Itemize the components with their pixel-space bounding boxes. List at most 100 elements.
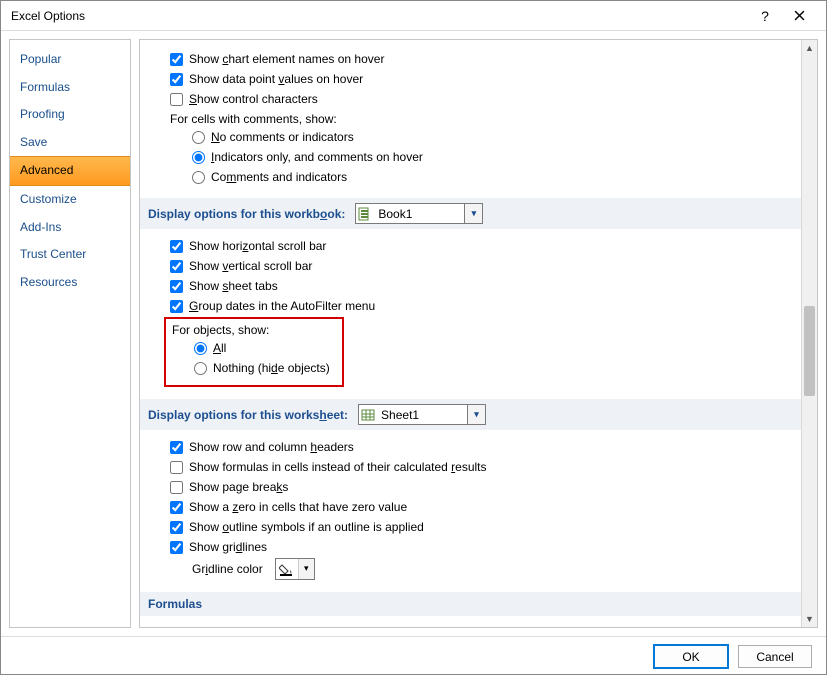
scroll-up-icon[interactable]: ▲ [802, 40, 817, 56]
bucket-icon [276, 562, 298, 576]
section-workbook-display-title: Display options for this workbook: [148, 207, 345, 221]
check-hscroll-input[interactable] [170, 240, 183, 253]
radio-indicators-only[interactable]: Indicators only, and comments on hover [192, 148, 789, 166]
sidebar-item-trustcenter[interactable]: Trust Center [10, 241, 130, 269]
section-formulas-title: Formulas [148, 597, 202, 611]
radio-comments-indicators[interactable]: Comments and indicators [192, 168, 789, 186]
radio-objects-nothing[interactable]: Nothing (hide objects) [194, 359, 336, 377]
workbook-dropdown-text: Book1 [374, 207, 464, 221]
check-control-chars[interactable]: Show control characters [170, 90, 789, 108]
check-vscroll-input[interactable] [170, 260, 183, 273]
check-data-point-values[interactable]: Show data point values on hover [170, 70, 789, 88]
check-hscroll-label: Show horizontal scroll bar [189, 237, 326, 255]
radio-objects-nothing-input[interactable] [194, 362, 207, 375]
worksheet-dropdown[interactable]: Sheet1 ▾ [358, 404, 486, 425]
check-vscroll-label: Show vertical scroll bar [189, 257, 312, 275]
check-page-breaks-label: Show page breaks [189, 478, 288, 496]
titlebar: Excel Options ? [1, 1, 826, 31]
check-group-dates-label: Group dates in the AutoFilter menu [189, 297, 375, 315]
check-row-col-headers-label: Show row and column headers [189, 438, 354, 456]
chevron-down-icon: ▾ [298, 559, 314, 579]
check-sheet-tabs-label: Show sheet tabs [189, 277, 278, 295]
sidebar-item-resources[interactable]: Resources [10, 269, 130, 297]
excel-sheet-icon [359, 408, 377, 422]
highlighted-objects-section: For objects, show: All Nothing (hide obj… [164, 317, 344, 387]
check-sheet-tabs[interactable]: Show sheet tabs [170, 277, 789, 295]
check-multi-threaded-label: Enable multi-threaded calculation [189, 624, 366, 627]
section-formulas: Formulas [140, 592, 801, 616]
radio-objects-nothing-label: Nothing (hide objects) [213, 359, 330, 377]
gridline-color-label: Gridline color [192, 560, 263, 578]
window-title: Excel Options [11, 9, 748, 23]
scroll-down-icon[interactable]: ▼ [802, 611, 817, 627]
radio-indicators-only-input[interactable] [192, 151, 205, 164]
objects-show-label: For objects, show: [172, 323, 336, 337]
check-outline-symbols-label: Show outline symbols if an outline is ap… [189, 518, 424, 536]
ok-button[interactable]: OK [654, 645, 728, 668]
workbook-dropdown[interactable]: Book1 ▾ [355, 203, 483, 224]
footer: OK Cancel [1, 636, 826, 676]
check-row-col-headers-input[interactable] [170, 441, 183, 454]
radio-objects-all-input[interactable] [194, 342, 207, 355]
check-page-breaks-input[interactable] [170, 481, 183, 494]
section-workbook-display: Display options for this workbook: Book1… [140, 198, 801, 229]
sidebar-item-popular[interactable]: Popular [10, 46, 130, 74]
check-show-zero[interactable]: Show a zero in cells that have zero valu… [170, 498, 789, 516]
radio-no-comments-input[interactable] [192, 131, 205, 144]
check-gridlines-label: Show gridlines [189, 538, 267, 556]
sidebar: Popular Formulas Proofing Save Advanced … [9, 39, 131, 628]
check-show-formulas-input[interactable] [170, 461, 183, 474]
check-show-zero-label: Show a zero in cells that have zero valu… [189, 498, 407, 516]
radio-no-comments-label: No comments or indicators [211, 128, 354, 146]
check-show-formulas-label: Show formulas in cells instead of their … [189, 458, 487, 476]
check-row-col-headers[interactable]: Show row and column headers [170, 438, 789, 456]
check-outline-symbols[interactable]: Show outline symbols if an outline is ap… [170, 518, 789, 536]
cancel-button[interactable]: Cancel [738, 645, 812, 668]
section-worksheet-display-title: Display options for this worksheet: [148, 408, 348, 422]
help-button[interactable]: ? [748, 2, 782, 30]
check-sheet-tabs-input[interactable] [170, 280, 183, 293]
check-chart-names-label: Show chart element names on hover [189, 50, 384, 68]
check-group-dates-input[interactable] [170, 300, 183, 313]
sidebar-item-addins[interactable]: Add-Ins [10, 214, 130, 242]
sidebar-item-proofing[interactable]: Proofing [10, 101, 130, 129]
check-multi-threaded[interactable]: Enable multi-threaded calculation [170, 624, 789, 627]
comments-show-label: For cells with comments, show: [170, 112, 789, 126]
check-page-breaks[interactable]: Show page breaks [170, 478, 789, 496]
check-gridlines[interactable]: Show gridlines [170, 538, 789, 556]
radio-objects-all-label: All [213, 339, 226, 357]
close-icon [794, 10, 805, 21]
sidebar-item-formulas[interactable]: Formulas [10, 74, 130, 102]
radio-comments-indicators-input[interactable] [192, 171, 205, 184]
sidebar-item-advanced[interactable]: Advanced [10, 156, 130, 186]
check-vscroll[interactable]: Show vertical scroll bar [170, 257, 789, 275]
check-group-dates[interactable]: Group dates in the AutoFilter menu [170, 297, 789, 315]
radio-comments-indicators-label: Comments and indicators [211, 168, 347, 186]
check-chart-names[interactable]: Show chart element names on hover [170, 50, 789, 68]
chevron-down-icon: ▾ [467, 405, 485, 424]
check-hscroll[interactable]: Show horizontal scroll bar [170, 237, 789, 255]
check-show-zero-input[interactable] [170, 501, 183, 514]
radio-no-comments[interactable]: No comments or indicators [192, 128, 789, 146]
check-multi-threaded-input[interactable] [170, 627, 183, 628]
check-control-chars-label: Show control characters [189, 90, 318, 108]
check-chart-names-input[interactable] [170, 53, 183, 66]
check-outline-symbols-input[interactable] [170, 521, 183, 534]
vertical-scrollbar[interactable]: ▲ ▼ [801, 40, 817, 627]
gridline-color-dropdown[interactable]: ▾ [275, 558, 315, 580]
sidebar-item-customize[interactable]: Customize [10, 186, 130, 214]
radio-indicators-only-label: Indicators only, and comments on hover [211, 148, 423, 166]
sidebar-item-save[interactable]: Save [10, 129, 130, 157]
check-gridlines-input[interactable] [170, 541, 183, 554]
radio-objects-all[interactable]: All [194, 339, 336, 357]
check-control-chars-input[interactable] [170, 93, 183, 106]
chevron-down-icon: ▾ [464, 204, 482, 223]
scrollbar-thumb[interactable] [804, 306, 815, 396]
check-data-point-values-input[interactable] [170, 73, 183, 86]
gridline-color-row: Gridline color ▾ [192, 558, 789, 580]
excel-file-icon [356, 207, 374, 221]
close-button[interactable] [782, 2, 816, 30]
check-show-formulas[interactable]: Show formulas in cells instead of their … [170, 458, 789, 476]
check-data-point-values-label: Show data point values on hover [189, 70, 363, 88]
content-pane: Show chart element names on hover Show d… [139, 39, 818, 628]
